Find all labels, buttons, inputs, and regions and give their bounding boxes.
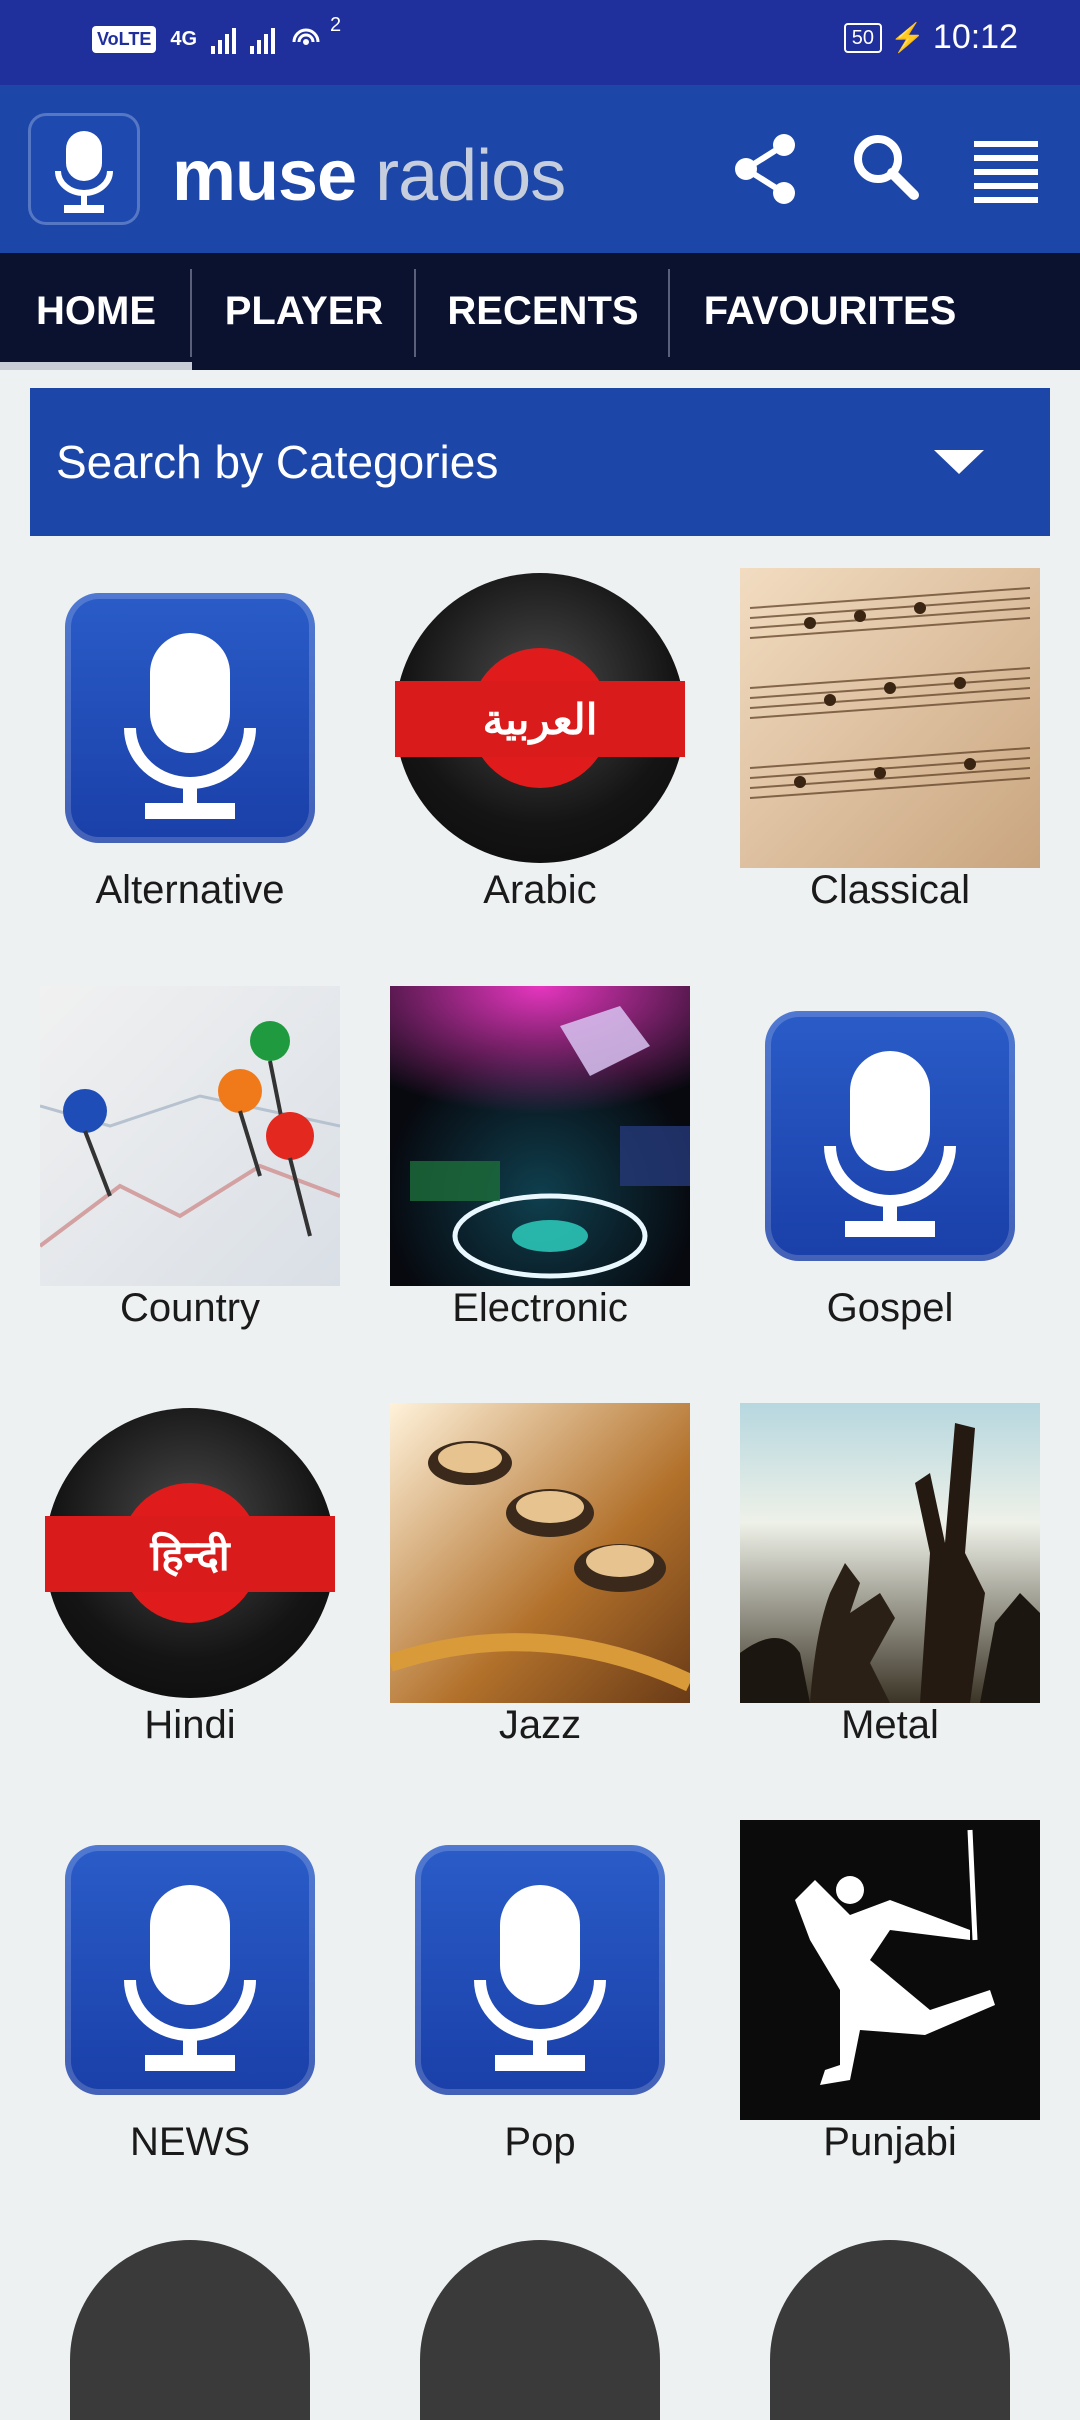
volte-icon: VoLTE: [92, 25, 157, 53]
tab-home[interactable]: HOME: [0, 253, 192, 370]
tab-player[interactable]: PLAYER: [192, 253, 416, 370]
charging-icon: ⚡: [890, 22, 925, 53]
app-title: muse radios: [172, 135, 566, 217]
category-jazz[interactable]: Jazz: [365, 1403, 715, 1783]
category-arabic[interactable]: العربية Arabic: [365, 568, 715, 948]
mic-tile: [415, 1845, 665, 2095]
tab-favourites[interactable]: FAVOURITES: [670, 253, 990, 370]
mic-tile: [765, 1011, 1015, 1261]
category-electronic[interactable]: Electronic: [365, 986, 715, 1366]
partial-disc: [70, 2240, 310, 2420]
category-label: Punjabi: [823, 2120, 957, 2164]
microphone-icon: [124, 1885, 256, 2071]
category-gospel[interactable]: Gospel: [715, 986, 1065, 1366]
mic-tile: [65, 593, 315, 843]
tab-bar: HOME PLAYER RECENTS FAVOURITES: [0, 253, 1080, 370]
dancer-silhouette-icon: [795, 1829, 995, 2085]
metal-photo: [740, 1403, 1040, 1703]
category-label: Hindi: [144, 1703, 236, 1747]
app-bar: muse radios: [0, 85, 1080, 253]
signal-icon-2: [250, 24, 276, 54]
clock: 10:12: [932, 18, 1018, 56]
category-pop[interactable]: Pop: [365, 1820, 715, 2200]
category-dropdown-label: Search by Categories: [56, 436, 499, 488]
sheet-music-icon: [749, 587, 1031, 799]
map-pins-icon: [40, 1021, 340, 1248]
dj-deck-icon: [390, 986, 690, 1279]
tab-recents-label: RECENTS: [447, 289, 639, 333]
chevron-down-icon: [934, 450, 984, 474]
category-punjabi[interactable]: Punjabi: [715, 1820, 1065, 2200]
tab-favourites-label: FAVOURITES: [703, 289, 957, 333]
signal-icon: [211, 24, 237, 54]
category-label: Pop: [504, 2120, 576, 2164]
category-art: हिन्दी: [40, 1403, 340, 1703]
share-icon[interactable]: [726, 129, 806, 209]
disc-text: العربية: [395, 681, 685, 757]
search-icon[interactable]: [846, 129, 926, 209]
microphone-icon: [124, 633, 256, 819]
category-art: [40, 568, 340, 868]
category-label: Jazz: [498, 1703, 582, 1747]
country-photo: [40, 986, 340, 1286]
disc-icon: العربية: [395, 573, 685, 863]
category-label: Alternative: [95, 868, 285, 912]
app-title-part1: muse: [172, 136, 357, 216]
microphone-icon: [474, 1885, 606, 2071]
hotspot-count: 2: [330, 14, 342, 36]
category-label: Metal: [841, 1703, 939, 1747]
status-bar: VoLTE 4G 2 50 ⚡ 10:12: [0, 0, 1080, 85]
microphone-icon: [55, 131, 113, 213]
category-label: Electronic: [452, 1286, 628, 1330]
menu-icon[interactable]: [966, 129, 1046, 209]
microphone-icon: [824, 1051, 956, 1237]
category-label: Classical: [809, 868, 971, 912]
status-left: VoLTE 4G: [92, 22, 323, 56]
classical-photo: [740, 568, 1040, 868]
disc-icon: हिन्दी: [45, 1408, 335, 1698]
jazz-photo: [390, 1403, 690, 1703]
network-type: 4G: [170, 28, 198, 50]
electronic-photo: [390, 986, 690, 1286]
punjabi-photo: [740, 1820, 1040, 2120]
category-art: [740, 986, 1040, 1286]
status-right: 50 ⚡ 10:12: [843, 18, 1018, 57]
tab-player-label: PLAYER: [224, 289, 384, 333]
category-hindi[interactable]: हिन्दी Hindi: [15, 1403, 365, 1783]
app-title-part2: radios: [375, 136, 566, 216]
category-label: Country: [119, 1286, 261, 1330]
category-alternative[interactable]: Alternative: [15, 568, 365, 948]
category-dropdown[interactable]: Search by Categories: [30, 388, 1050, 536]
app-logo: [28, 113, 140, 225]
tab-home-label: HOME: [36, 289, 156, 333]
concert-hands-icon: [740, 1423, 1040, 1703]
tab-recents[interactable]: RECENTS: [416, 253, 670, 370]
category-art: العربية: [390, 568, 690, 868]
category-label: NEWS: [130, 2120, 250, 2164]
category-classical[interactable]: Classical: [715, 568, 1065, 948]
battery-icon: 50: [843, 22, 883, 53]
trumpet-valves-icon: [390, 1441, 690, 1692]
partial-disc: [770, 2240, 1010, 2420]
category-news[interactable]: NEWS: [15, 1820, 365, 2200]
category-art: [40, 1820, 340, 2120]
category-metal[interactable]: Metal: [715, 1403, 1065, 1783]
category-art: [390, 1820, 690, 2120]
category-label: Gospel: [826, 1286, 954, 1330]
category-country[interactable]: Country: [15, 986, 365, 1366]
disc-text: हिन्दी: [45, 1516, 335, 1592]
mic-tile: [65, 1845, 315, 2095]
hotspot-icon: [292, 28, 320, 45]
partial-disc: [420, 2240, 660, 2420]
category-label: Arabic: [483, 868, 597, 912]
